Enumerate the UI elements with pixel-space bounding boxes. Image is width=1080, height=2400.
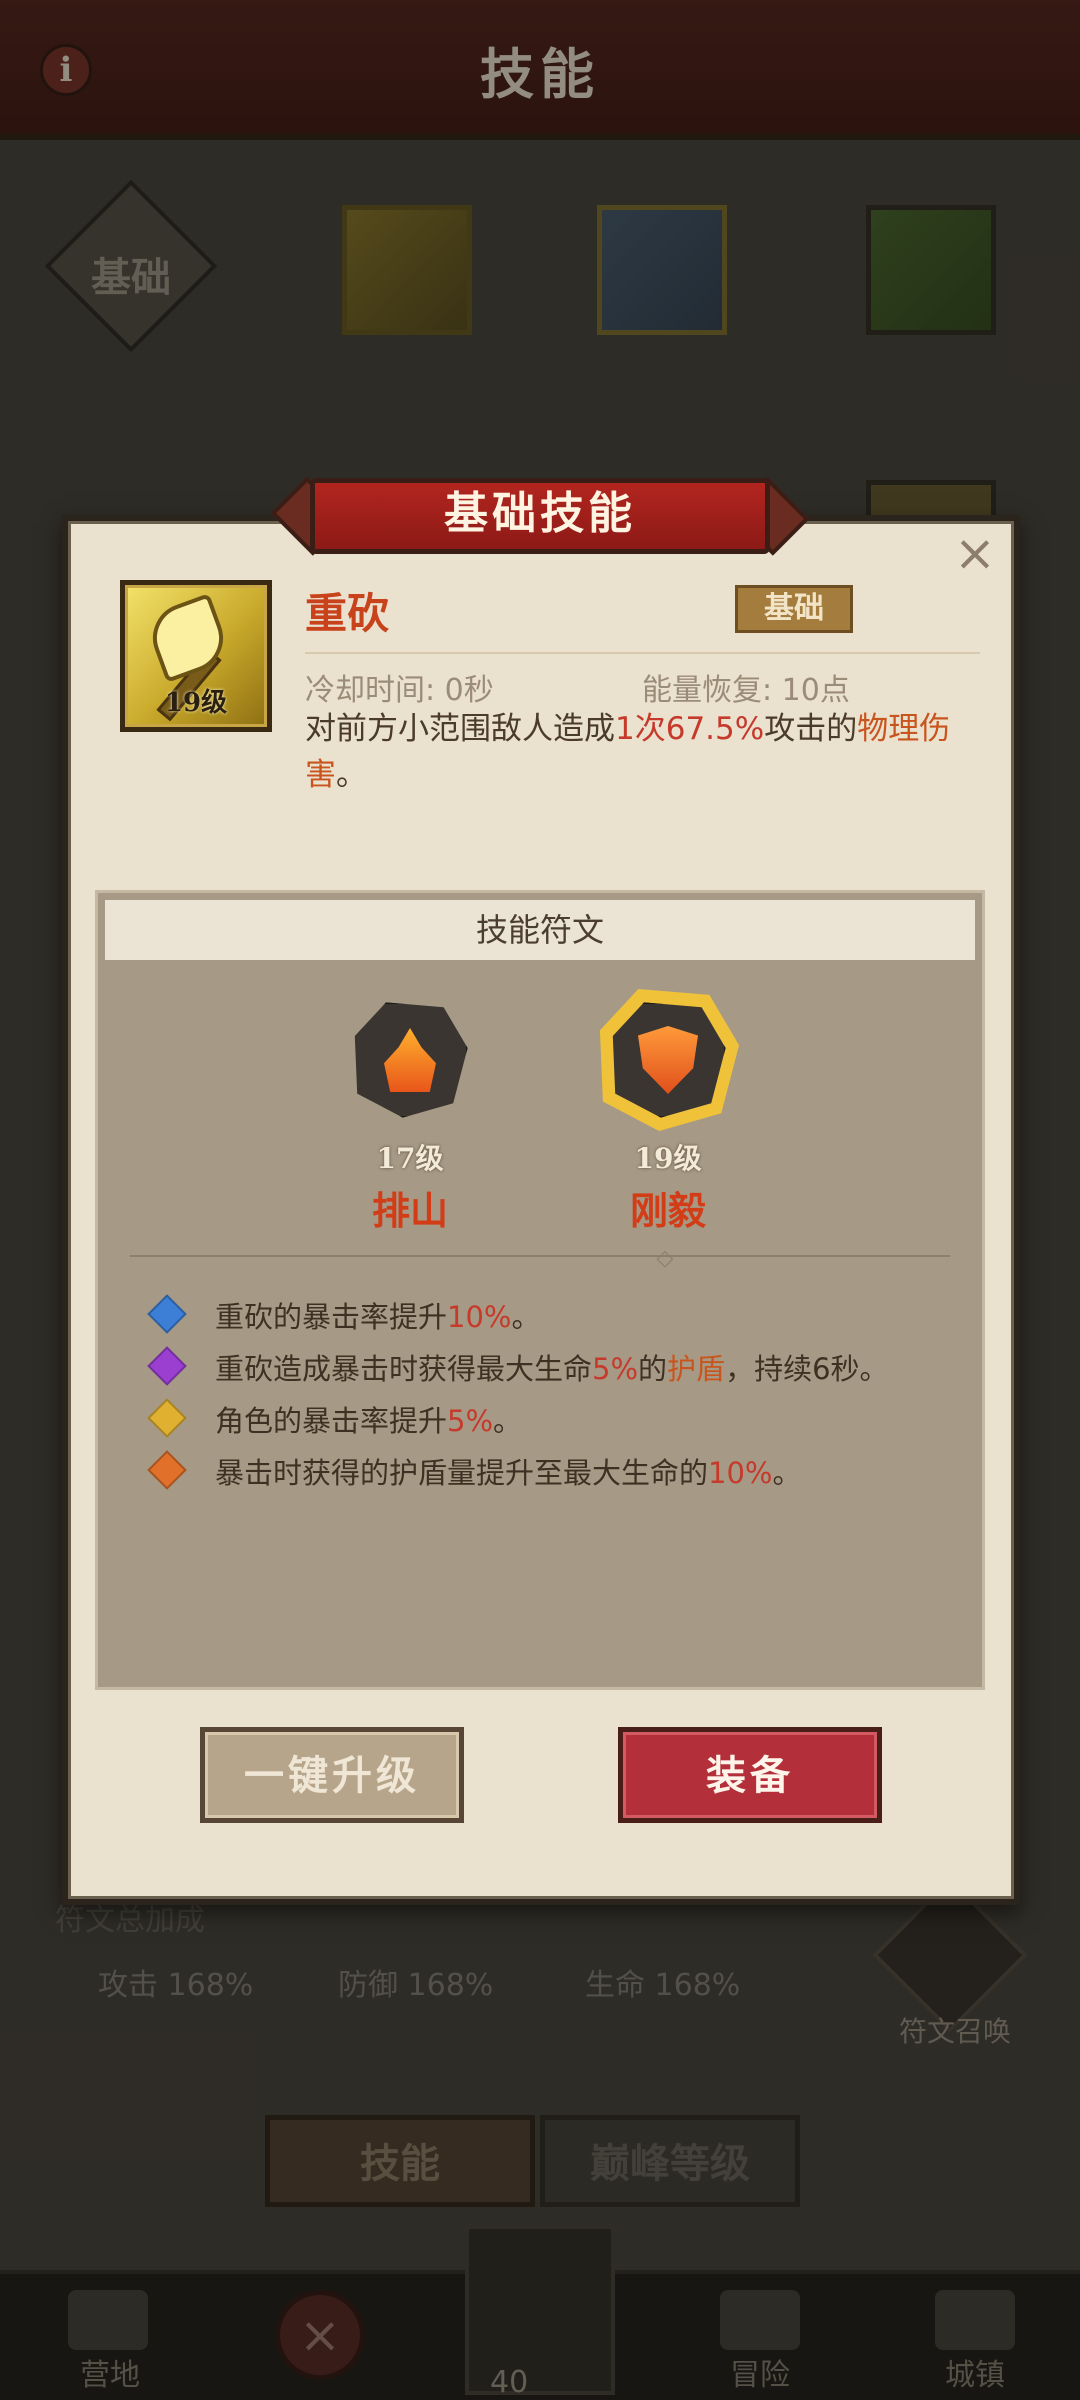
effect-suffix: 。 xyxy=(511,1300,541,1334)
rune-header: 技能符文 xyxy=(475,911,604,949)
effect-highlight: 护盾 xyxy=(667,1352,726,1386)
rune-2-level: 19级 xyxy=(634,1142,702,1175)
rune-effect-1: 重砍的暴击率提升10%。 xyxy=(215,1294,541,1336)
rune-2-name: 刚毅 xyxy=(629,1189,706,1233)
desc-percent: 67.5% xyxy=(665,711,765,747)
rune-effect-3: 角色的暴击率提升5%。 xyxy=(215,1398,522,1440)
heavy-axe-skill-icon: 19级 xyxy=(120,580,272,732)
desc-prefix: 对前方小范围敌人造成 xyxy=(305,711,615,747)
rune-1-level: 17级 xyxy=(376,1142,444,1175)
effect-text: 暴击时获得的护盾量提升至最大生命的 xyxy=(215,1456,709,1490)
effect-mid: 的 xyxy=(638,1352,668,1386)
skill-description: 对前方小范围敌人造成1次67.5%攻击的物理伤害。 xyxy=(305,706,965,798)
effect-value: 5% xyxy=(592,1352,639,1386)
rune-slot-2[interactable] xyxy=(599,988,740,1132)
effect-value: 10% xyxy=(708,1456,773,1490)
effect-suffix: ，持续6秒。 xyxy=(725,1352,889,1386)
rune-section xyxy=(95,890,985,1690)
effect-value: 10% xyxy=(447,1300,512,1334)
desc-mid: 攻击的 xyxy=(764,711,858,747)
skill-level: 19级 xyxy=(164,688,228,718)
rune-slot-1[interactable] xyxy=(350,1000,470,1120)
rune-effect-2: 重砍造成暴击时获得最大生命5%的护盾，持续6秒。 xyxy=(215,1346,889,1388)
equip-button[interactable]: 装备 xyxy=(618,1727,882,1823)
rune-effect-4: 暴击时获得的护盾量提升至最大生命的10%。 xyxy=(215,1450,802,1492)
modal-title-ribbon: 基础技能 xyxy=(270,470,810,560)
effect-value: 5% xyxy=(447,1404,494,1438)
desc-count: 1次 xyxy=(615,711,666,747)
skill-type-badge: 基础 xyxy=(735,585,853,633)
one-click-upgrade-button[interactable]: 一键升级 xyxy=(200,1727,464,1823)
axe-head xyxy=(143,593,233,683)
skill-energy: 能量恢复: 10点 xyxy=(642,673,850,708)
skill-name: 重砍 xyxy=(305,589,390,638)
modal-title: 基础技能 xyxy=(444,488,636,539)
rune-1-name: 排山 xyxy=(371,1189,448,1233)
effect-suffix: 。 xyxy=(772,1456,802,1490)
modal-close-icon[interactable]: × xyxy=(950,528,1000,580)
skill-divider xyxy=(305,652,980,654)
rune-separator xyxy=(130,1255,950,1257)
desc-end: 。 xyxy=(336,757,367,793)
separator-chevron-icon: ◇ xyxy=(656,1246,674,1271)
effect-suffix: 。 xyxy=(493,1404,523,1438)
effect-text: 重砍的暴击率提升 xyxy=(215,1300,448,1334)
effect-text: 重砍造成暴击时获得最大生命 xyxy=(215,1352,593,1386)
skill-cooldown: 冷却时间: 0秒 xyxy=(305,673,494,708)
effect-text: 角色的暴击率提升 xyxy=(215,1404,448,1438)
